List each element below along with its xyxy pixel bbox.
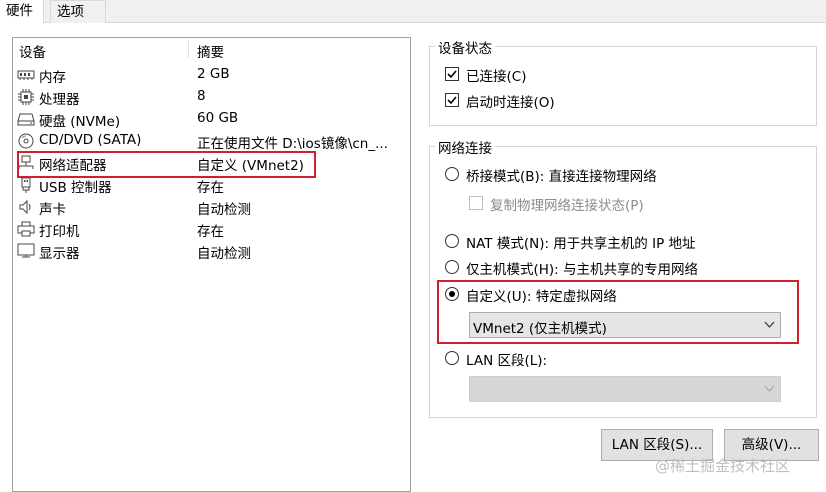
lan-segment-select[interactable]	[469, 376, 781, 402]
memory-icon	[17, 67, 35, 83]
bridged-label[interactable]: 桥接模式(B): 直接连接物理网络	[466, 165, 657, 185]
processor-icon	[17, 89, 35, 105]
device-name: USB 控制器	[39, 180, 112, 196]
device-summary: 正在使用文件 D:\ios镜像\cn_...	[197, 136, 388, 152]
connected-label[interactable]: 已连接(C)	[466, 65, 526, 85]
device-row-processor[interactable]: 处理器 8	[13, 86, 410, 108]
device-name: 处理器	[39, 92, 80, 108]
lan-segment-label[interactable]: LAN 区段(L):	[466, 349, 547, 369]
device-row-printer[interactable]: 打印机 存在	[13, 218, 410, 240]
column-divider[interactable]	[188, 41, 189, 58]
device-name: 显示器	[39, 246, 80, 262]
device-name: CD/DVD (SATA)	[39, 132, 142, 148]
watermark: @稀土掘金技术社区	[655, 457, 791, 475]
device-summary: 8	[197, 88, 206, 104]
device-summary: 60 GB	[197, 110, 239, 126]
device-status-title: 设备状态	[435, 37, 495, 57]
device-summary: 自动检测	[197, 202, 251, 218]
tab-hardware[interactable]: 硬件	[0, 0, 44, 24]
replicate-state-checkbox[interactable]	[469, 196, 483, 210]
tab-options-label: 选项	[57, 4, 84, 20]
device-row-display[interactable]: 显示器 自动检测	[13, 240, 410, 262]
device-name: 声卡	[39, 202, 66, 218]
device-name: 内存	[39, 70, 66, 86]
nat-label[interactable]: NAT 模式(N): 用于共享主机的 IP 地址	[466, 232, 696, 252]
device-row-cd-dvd[interactable]: CD/DVD (SATA) 正在使用文件 D:\ios镜像\cn_...	[13, 130, 410, 152]
connect-at-power-on-label[interactable]: 启动时连接(O)	[466, 91, 555, 111]
device-name: 硬盘 (NVMe)	[39, 114, 121, 130]
device-row-memory[interactable]: 内存 2 GB	[13, 64, 410, 86]
tab-options[interactable]: 选项	[50, 0, 106, 23]
device-name: 打印机	[39, 224, 80, 240]
connect-at-power-on-checkbox[interactable]	[445, 93, 459, 107]
device-status-group	[429, 46, 817, 126]
host-only-radio[interactable]	[445, 260, 459, 274]
bridged-radio[interactable]	[445, 167, 459, 181]
chevron-down-icon	[764, 385, 775, 393]
tab-strip: 硬件 选项	[0, 0, 826, 24]
custom-option-highlight	[437, 280, 799, 344]
device-summary: 2 GB	[197, 66, 230, 82]
network-connection-title: 网络连接	[435, 137, 495, 157]
usb-icon	[17, 177, 35, 193]
device-list-header: 设备 摘要	[13, 38, 410, 61]
device-summary: 存在	[197, 180, 224, 196]
connected-checkbox[interactable]	[445, 67, 459, 81]
nat-radio[interactable]	[445, 234, 459, 248]
tab-hardware-label: 硬件	[6, 3, 33, 19]
device-summary: 存在	[197, 224, 224, 240]
lan-segment-radio[interactable]	[445, 351, 459, 365]
device-summary: 自动检测	[197, 246, 251, 262]
harddisk-icon	[17, 111, 35, 127]
network-adapter-highlight	[17, 151, 316, 178]
device-list: 设备 摘要 内存 2 GB 处理器 8 硬盘 (NVMe) 60 GB CD/D…	[12, 37, 411, 492]
device-row-harddisk[interactable]: 硬盘 (NVMe) 60 GB	[13, 108, 410, 130]
column-header-summary[interactable]: 摘要	[197, 41, 224, 61]
replicate-state-label[interactable]: 复制物理网络连接状态(P)	[490, 194, 644, 214]
cd-dvd-icon	[17, 133, 35, 149]
printer-icon	[17, 221, 35, 237]
host-only-label[interactable]: 仅主机模式(H): 与主机共享的专用网络	[466, 258, 698, 278]
speaker-icon	[17, 199, 35, 215]
display-icon	[17, 243, 35, 259]
device-row-sound-card[interactable]: 声卡 自动检测	[13, 196, 410, 218]
column-header-device[interactable]: 设备	[19, 41, 46, 61]
